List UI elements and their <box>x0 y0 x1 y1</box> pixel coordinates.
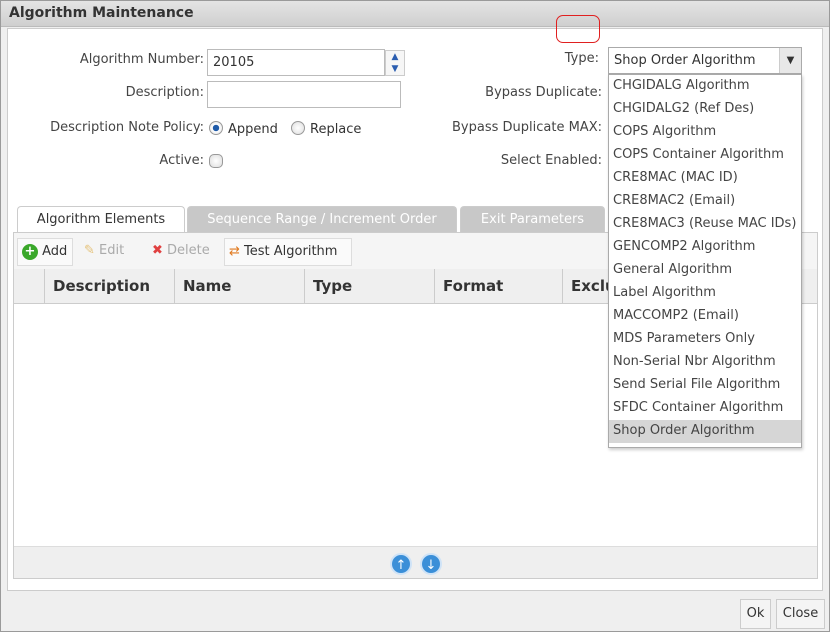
type-option[interactable]: Non-Serial Nbr Algorithm <box>609 351 801 374</box>
type-option[interactable]: SFDC Container Algorithm <box>609 397 801 420</box>
type-option[interactable]: GENCOMP2 Algorithm <box>609 236 801 259</box>
add-label: Add <box>42 244 68 259</box>
type-label: Type: <box>564 51 599 66</box>
type-select[interactable]: Shop Order Algorithm ▼ <box>608 47 802 74</box>
type-option[interactable]: CHGIDALG Algorithm <box>609 75 801 98</box>
type-option[interactable]: General Algorithm <box>609 259 801 282</box>
type-option[interactable]: MDS Parameters Only <box>609 328 801 351</box>
algorithm-number-input[interactable]: 20105 <box>207 49 385 76</box>
type-option[interactable]: Label Algorithm <box>609 282 801 305</box>
note-policy-label: Description Note Policy: <box>50 120 204 135</box>
bypass-duplicate-max-label: Bypass Duplicate MAX: <box>452 120 602 135</box>
tab-algorithm-elements[interactable]: Algorithm Elements <box>17 206 185 233</box>
type-option[interactable]: COPS Container Algorithm <box>609 144 801 167</box>
type-dropdown-list[interactable]: CHGIDALG Algorithm CHGIDALG2 (Ref Des) C… <box>608 74 802 448</box>
bypass-duplicate-label: Bypass Duplicate: <box>485 85 602 100</box>
dialog-title: Algorithm Maintenance <box>1 1 829 27</box>
algorithm-number-label: Algorithm Number: <box>79 52 204 67</box>
algorithm-maintenance-dialog: Algorithm Maintenance Algorithm Number: … <box>0 0 830 632</box>
replace-radio[interactable] <box>291 121 305 135</box>
tab-exit-parameters[interactable]: Exit Parameters <box>460 206 605 233</box>
spin-down-icon[interactable]: ▼ <box>386 63 404 75</box>
type-option[interactable]: CHGIDALG2 (Ref Des) <box>609 98 801 121</box>
column-format[interactable]: Format <box>434 269 562 304</box>
append-radio[interactable] <box>209 121 223 135</box>
close-button[interactable]: Close <box>776 599 825 629</box>
spin-up-icon[interactable]: ▲ <box>386 51 404 63</box>
edit-button[interactable]: ✎ Edit <box>80 238 124 266</box>
tab-sequence-range[interactable]: Sequence Range / Increment Order <box>187 206 457 233</box>
move-down-icon[interactable]: ↓ <box>420 553 442 575</box>
delete-icon: ✖ <box>152 243 163 258</box>
plus-icon: + <box>22 244 38 260</box>
description-input[interactable] <box>207 81 401 108</box>
type-option[interactable]: CRE8MAC2 (Email) <box>609 190 801 213</box>
pencil-icon: ✎ <box>84 243 95 258</box>
select-enabled-label: Select Enabled: <box>500 153 602 168</box>
description-label: Description: <box>125 85 204 100</box>
column-description[interactable]: Description <box>44 269 174 304</box>
type-option-selected[interactable]: Shop Order Algorithm <box>609 420 801 443</box>
column-name[interactable]: Name <box>174 269 304 304</box>
swap-arrows-icon: ⇄ <box>229 244 240 259</box>
delete-label: Delete <box>167 243 210 258</box>
algorithm-number-spinner[interactable]: ▲ ▼ <box>385 50 405 76</box>
move-up-icon[interactable]: ↑ <box>390 553 412 575</box>
chevron-down-icon[interactable]: ▼ <box>779 48 801 73</box>
add-button[interactable]: + Add <box>17 238 73 266</box>
delete-button[interactable]: ✖ Delete <box>148 238 210 266</box>
replace-label: Replace <box>310 122 362 137</box>
column-type[interactable]: Type <box>304 269 434 304</box>
type-option[interactable]: COPS Algorithm <box>609 121 801 144</box>
edit-label: Edit <box>99 243 125 258</box>
test-algorithm-button[interactable]: ⇄ Test Algorithm <box>224 238 352 266</box>
type-label-highlight <box>556 15 600 43</box>
type-option[interactable]: CRE8MAC3 (Reuse MAC IDs) <box>609 213 801 236</box>
type-option[interactable]: MACCOMP2 (Email) <box>609 305 801 328</box>
type-option[interactable]: CRE8MAC (MAC ID) <box>609 167 801 190</box>
type-select-value: Shop Order Algorithm <box>614 53 756 68</box>
ok-button[interactable]: Ok <box>740 599 771 629</box>
active-label: Active: <box>159 153 204 168</box>
active-checkbox[interactable] <box>209 154 223 168</box>
append-label: Append <box>228 122 278 137</box>
grid-footer: ↑ ↓ <box>14 546 817 578</box>
test-algorithm-label: Test Algorithm <box>244 244 338 259</box>
type-option[interactable]: Send Serial File Algorithm <box>609 374 801 397</box>
